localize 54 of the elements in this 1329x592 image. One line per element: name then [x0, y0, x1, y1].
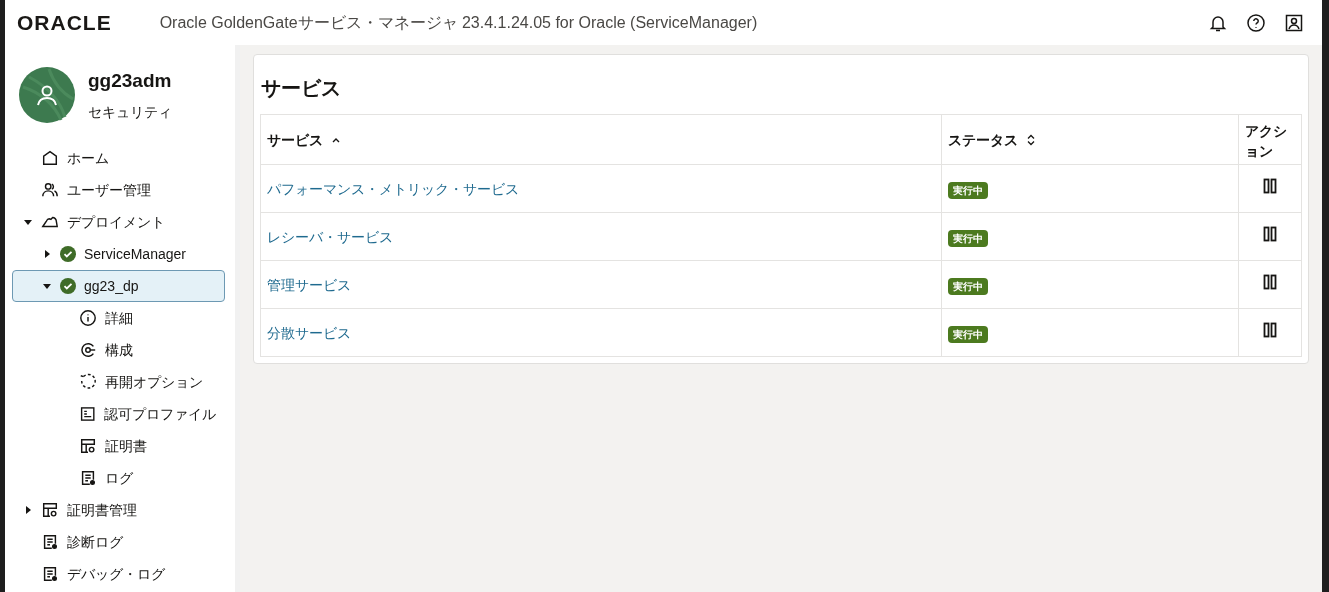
caret-down-icon[interactable]: [42, 281, 52, 291]
sort-icon[interactable]: [1025, 133, 1036, 146]
service-link[interactable]: 管理サービス: [267, 276, 351, 293]
log-icon: [41, 533, 59, 551]
restart-icon: [79, 373, 97, 391]
nav-item[interactable]: ユーザー管理: [12, 174, 225, 206]
users-icon: [41, 181, 59, 199]
caret-right-icon[interactable]: [42, 249, 52, 259]
user-name: gg23adm: [88, 69, 172, 94]
target-icon: [79, 341, 97, 359]
status-badge: 実行中: [947, 277, 988, 295]
user-profile-icon[interactable]: [1284, 12, 1304, 33]
nav-item[interactable]: デバッグ・ログ: [12, 558, 225, 590]
logo[interactable]: ORACLE: [17, 12, 112, 33]
nav-item[interactable]: gg23_dp: [12, 270, 225, 302]
nav-item[interactable]: ホーム: [12, 142, 225, 174]
nav-item[interactable]: 再開オプション: [12, 366, 225, 398]
nav-item[interactable]: デプロイメント: [12, 206, 225, 238]
column-header[interactable]: サービス: [267, 129, 341, 150]
nav-item[interactable]: 詳細: [12, 302, 225, 334]
profile-icon: [78, 405, 96, 423]
column-header[interactable]: ステータス: [947, 129, 1036, 150]
service-link[interactable]: パフォーマンス・メトリック・サービス: [267, 180, 519, 197]
status-badge: 実行中: [947, 181, 988, 199]
service-link[interactable]: レシーバ・サービス: [267, 228, 393, 245]
page-title: サービス: [261, 76, 342, 101]
pause-icon: [1263, 274, 1278, 290]
nav-item[interactable]: 構成: [12, 334, 225, 366]
pause-icon: [1263, 226, 1278, 242]
nav-item[interactable]: 診断ログ: [12, 526, 225, 558]
app-title: Oracle GoldenGateサービス・マネージャ 23.4.1.24.05 for Oracle (ServiceManager): [159, 12, 758, 33]
nav-item[interactable]: ServiceManager: [12, 238, 225, 270]
caret-down-icon[interactable]: [23, 217, 33, 227]
status-badge: 実行中: [947, 229, 988, 247]
nav-item[interactable]: 証明書管理: [12, 494, 225, 526]
help-icon[interactable]: [1246, 12, 1266, 33]
caret-right-icon[interactable]: [23, 505, 33, 515]
service-link[interactable]: 分散サービス: [267, 324, 351, 341]
avatar: [19, 67, 75, 123]
nav-item[interactable]: 証明書: [12, 430, 225, 462]
certificate-icon: [41, 501, 59, 519]
home-icon: [41, 149, 59, 167]
pause-icon: [1263, 178, 1278, 194]
info-icon: [79, 309, 97, 327]
nav-item[interactable]: 認可プロファイル: [12, 398, 225, 430]
pause-icon: [1263, 322, 1278, 338]
certificate-icon: [79, 437, 97, 455]
status-badge: 実行中: [947, 325, 988, 343]
check-circle-icon: [60, 246, 76, 262]
nav-item[interactable]: ログ: [12, 462, 225, 494]
check-circle-icon: [60, 278, 76, 294]
log-icon: [79, 469, 97, 487]
log-icon: [41, 565, 59, 583]
user-role: セキュリティ: [88, 102, 172, 122]
